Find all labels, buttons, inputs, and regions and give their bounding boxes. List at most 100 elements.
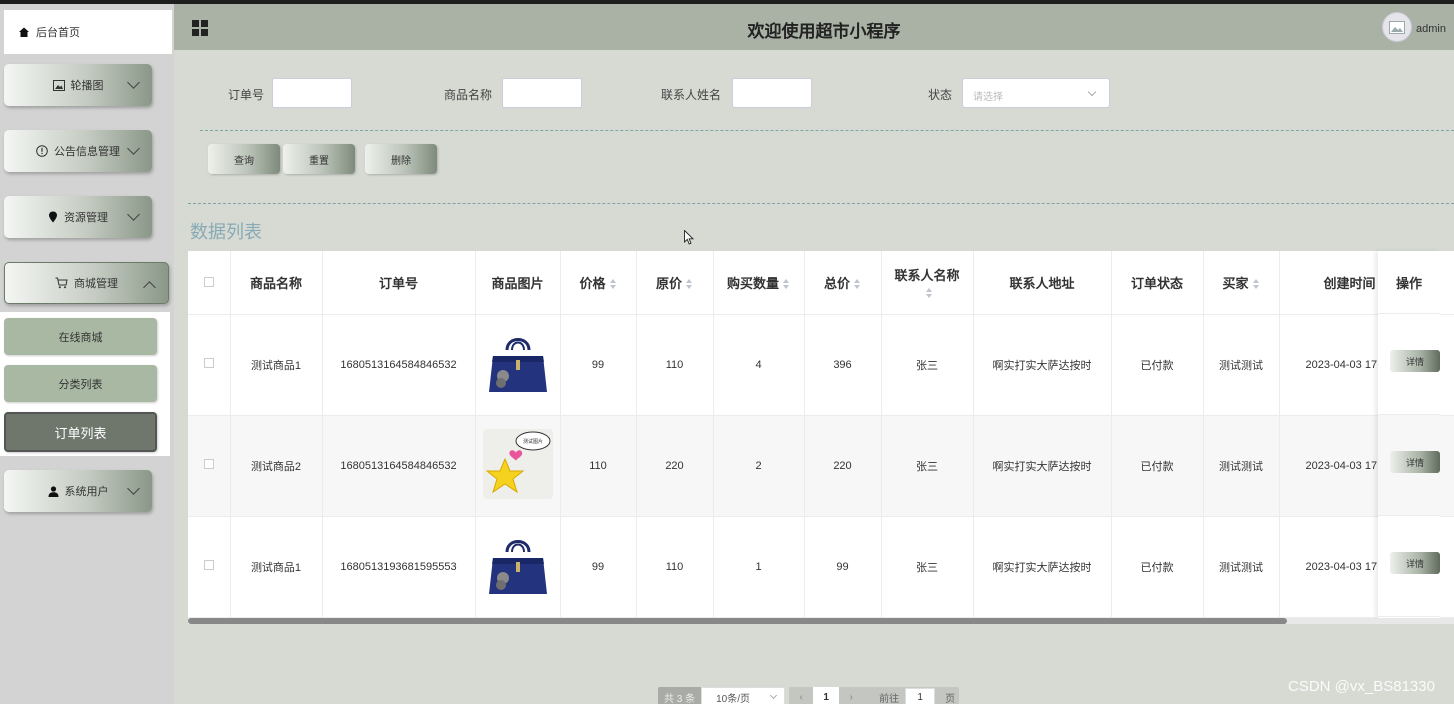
delete-button[interactable]: 删除 xyxy=(365,144,437,174)
detail-button[interactable]: 详情 xyxy=(1390,451,1440,473)
cell-price: 99 xyxy=(560,516,637,618)
username[interactable]: admin xyxy=(1416,23,1446,35)
location-icon xyxy=(49,211,57,223)
sidebar-item-system-users[interactable]: 系统用户 xyxy=(4,470,152,512)
cell-price: 110 xyxy=(560,415,637,517)
row-checkbox[interactable] xyxy=(203,459,214,469)
page-size-select[interactable]: 10条/页 xyxy=(701,687,786,704)
product-name-input[interactable] xyxy=(502,78,582,108)
chevron-down-icon xyxy=(1087,87,1097,97)
col-header: 操作 xyxy=(1378,251,1440,314)
sidebar-item-label: 公告信息管理 xyxy=(54,146,120,158)
prev-page-button[interactable]: ‹ xyxy=(789,687,814,704)
cell-buyer: 测试测试 xyxy=(1203,314,1280,416)
col-header-label: 联系人名称 xyxy=(894,268,960,284)
goto-input[interactable]: 1 xyxy=(905,688,936,704)
cell-order-no: 1680513164584846532 xyxy=(322,314,476,416)
cell-status: 已付款 xyxy=(1111,314,1204,416)
col-header: 商品图片 xyxy=(475,251,561,315)
col-header: 订单状态 xyxy=(1111,251,1204,315)
table-row[interactable]: 测试商品2 1680513164584846532 测试图片 110 220 2… xyxy=(188,415,1454,517)
order-no-input[interactable] xyxy=(272,78,352,108)
sort-icon[interactable] xyxy=(686,279,693,290)
col-header-qty[interactable]: 购买数量 xyxy=(713,251,805,315)
cell-contact: 张三 xyxy=(881,516,974,618)
operations-column: 操作 详情 详情 详情 xyxy=(1378,251,1440,618)
cell-image xyxy=(475,314,561,416)
row-checkbox[interactable] xyxy=(203,560,214,570)
cell-qty: 1 xyxy=(713,516,805,618)
status-select[interactable]: 请选择 xyxy=(962,78,1110,108)
col-header-total[interactable]: 总价 xyxy=(804,251,882,315)
submenu-item-online-mall[interactable]: 在线商城 xyxy=(4,318,157,355)
sidebar-item-home[interactable]: 后台首页 xyxy=(4,10,172,54)
col-header-contact[interactable]: 联系人名称 xyxy=(881,251,974,315)
table-row[interactable]: 测试商品1 1680513164584846532 99 110 4 396 张… xyxy=(188,314,1454,416)
scrollbar-thumb[interactable] xyxy=(188,618,1287,624)
reset-button[interactable]: 重置 xyxy=(283,144,355,174)
sort-icon[interactable] xyxy=(1252,279,1260,290)
cell-image xyxy=(475,516,561,618)
chevron-down-icon xyxy=(127,142,140,155)
star-image: 测试图片 xyxy=(482,429,553,499)
cell-address: 啊实打实大萨达按时 xyxy=(973,314,1112,416)
sidebar-item-carousel[interactable]: 轮播图 xyxy=(4,64,152,106)
table-row[interactable]: 测试商品1 1680513193681595553 99 110 1 99 张三… xyxy=(188,516,1454,618)
next-page-button[interactable]: › xyxy=(839,687,864,704)
col-header-price[interactable]: 价格 xyxy=(560,251,637,315)
product-name-label: 商品名称 xyxy=(444,88,493,102)
detail-button[interactable]: 详情 xyxy=(1390,552,1440,574)
page-number[interactable]: 1 xyxy=(813,687,840,704)
sort-icon[interactable] xyxy=(609,279,617,290)
sidebar-item-label: 后台首页 xyxy=(36,27,80,39)
pagination: 共 3 条 10条/页 ‹ 1 › 前往 1 页 xyxy=(658,686,960,704)
query-button[interactable]: 查询 xyxy=(208,144,280,174)
watermark: CSDN @vx_BS81330 xyxy=(1288,678,1435,695)
handbag-image xyxy=(488,540,547,594)
cell-buyer: 测试测试 xyxy=(1203,516,1280,618)
order-no-label: 订单号 xyxy=(228,88,265,102)
header: 欢迎使用超市小程序 admin xyxy=(174,4,1454,50)
cell-total: 220 xyxy=(804,415,882,517)
col-header-label: 买家 xyxy=(1222,275,1249,291)
contact-name-input[interactable] xyxy=(732,78,812,108)
sort-icon[interactable] xyxy=(783,279,790,290)
chevron-down-icon xyxy=(127,208,140,221)
col-header-label: 原价 xyxy=(655,275,682,291)
submenu-item-category-list[interactable]: 分类列表 xyxy=(4,365,157,402)
sidebar-item-notice[interactable]: 公告信息管理 xyxy=(4,130,152,172)
select-all-checkbox[interactable] xyxy=(203,276,214,287)
detail-button[interactable]: 详情 xyxy=(1390,350,1440,372)
cell-order-no: 1680513164584846532 xyxy=(322,415,476,517)
divider xyxy=(188,203,1454,204)
cell-buyer: 测试测试 xyxy=(1203,415,1280,517)
status-placeholder: 请选择 xyxy=(973,92,1003,103)
goto-label: 前往 xyxy=(879,693,900,704)
handbag-image xyxy=(488,338,547,392)
sort-icon[interactable] xyxy=(854,279,861,290)
sidebar-item-label: 资源管理 xyxy=(64,212,108,224)
sidebar-item-label: 系统用户 xyxy=(64,486,109,498)
sidebar-item-mall[interactable]: 商城管理 xyxy=(4,262,169,304)
col-header-orig[interactable]: 原价 xyxy=(636,251,714,315)
goto-group: 前往 1 xyxy=(863,687,942,704)
page-title: 欢迎使用超市小程序 xyxy=(747,22,901,41)
cell-status: 已付款 xyxy=(1111,516,1204,618)
avatar[interactable] xyxy=(1382,12,1412,42)
col-header-buyer[interactable]: 买家 xyxy=(1203,251,1280,315)
cell-qty: 2 xyxy=(713,415,805,517)
cell-name: 测试商品2 xyxy=(230,415,323,517)
op-cell: 详情 xyxy=(1378,516,1440,617)
row-checkbox[interactable] xyxy=(203,358,214,368)
cell-name: 测试商品1 xyxy=(230,314,323,416)
col-header: 订单号 xyxy=(322,251,476,315)
list-title: 数据列表 xyxy=(190,222,262,242)
horizontal-scrollbar[interactable] xyxy=(188,618,1454,624)
sidebar-item-resource[interactable]: 资源管理 xyxy=(4,196,152,238)
submenu-item-order-list[interactable]: 订单列表 xyxy=(4,412,157,452)
sort-icon[interactable] xyxy=(925,287,933,298)
col-header-label: 创建时间 xyxy=(1323,275,1376,291)
goto-unit: 页 xyxy=(941,687,960,704)
chevron-up-icon xyxy=(143,281,156,294)
submenu-label: 在线商城 xyxy=(58,331,103,344)
